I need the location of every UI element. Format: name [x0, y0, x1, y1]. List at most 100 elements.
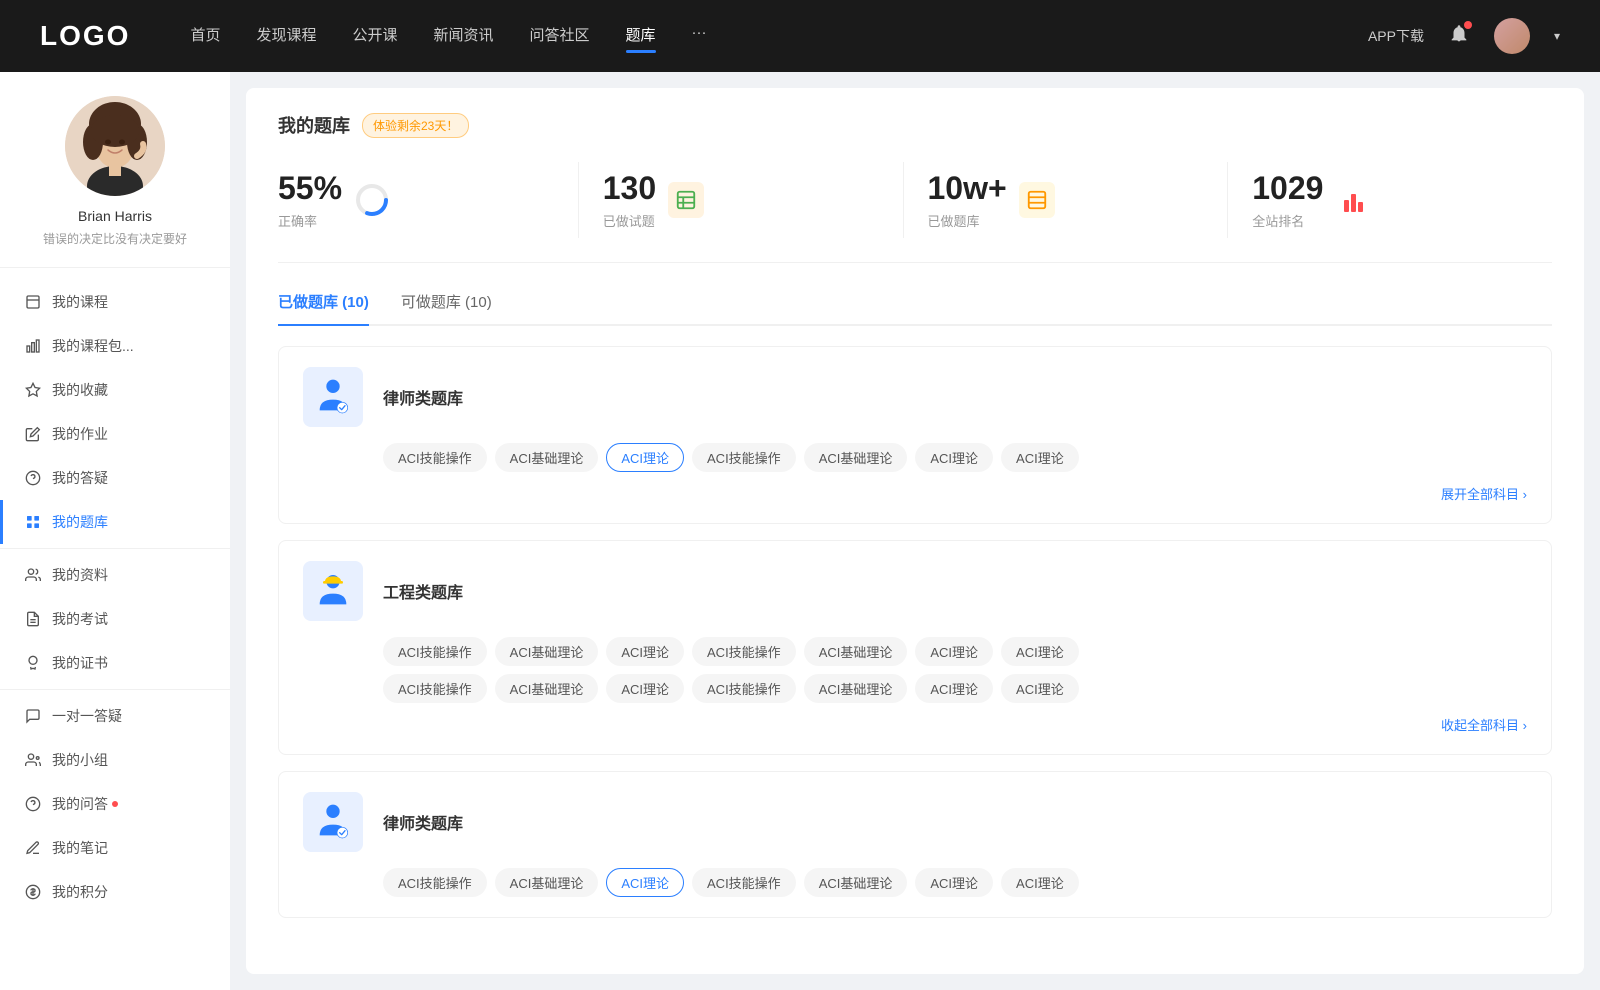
bank-section-engineer-header: 工程类题库 — [303, 561, 1527, 621]
nav-qa[interactable]: 问答社区 — [530, 24, 590, 49]
tag-item[interactable]: ACI理论 — [1001, 868, 1079, 897]
tag-item[interactable]: ACI理论 — [1001, 674, 1079, 703]
nav-opencourse[interactable]: 公开课 — [352, 24, 397, 49]
sidebar-item-favorites[interactable]: 我的收藏 — [0, 368, 230, 412]
sidebar-item-group-label: 我的小组 — [52, 750, 108, 770]
bank-section-lawyer-1-header: 律师类题库 — [303, 367, 1527, 427]
sidebar-item-questions[interactable]: 我的问答 — [0, 782, 230, 826]
stat-accuracy-value: 55% — [278, 170, 342, 207]
sidebar-item-questionbank-label: 我的题库 — [52, 512, 108, 532]
sidebar-item-points[interactable]: 我的积分 — [0, 870, 230, 914]
stat-rank-value: 1029 — [1252, 170, 1323, 207]
coin-icon — [24, 883, 42, 901]
engineer-bank-icon — [303, 561, 363, 621]
logo: LOGO — [40, 20, 130, 52]
tag-item[interactable]: ACI基础理论 — [804, 674, 908, 703]
sidebar-item-homework-label: 我的作业 — [52, 424, 108, 444]
sidebar-menu: 我的课程 我的课程包... 我的收藏 我的作业 — [0, 268, 230, 926]
nav-more[interactable]: ··· — [692, 24, 707, 49]
barchart-icon — [24, 337, 42, 355]
sidebar-item-favorites-label: 我的收藏 — [52, 380, 108, 400]
tag-item[interactable]: ACI理论 — [915, 443, 993, 472]
tag-item[interactable]: ACI技能操作 — [692, 674, 796, 703]
sidebar-item-questionbank[interactable]: 我的题库 — [0, 500, 230, 544]
nav-home[interactable]: 首页 — [190, 24, 220, 49]
tag-item[interactable]: ACI技能操作 — [383, 443, 487, 472]
tag-item[interactable]: ACI基础理论 — [804, 868, 908, 897]
sidebar-item-certificate-label: 我的证书 — [52, 653, 108, 673]
tag-item[interactable]: ACI理论 — [1001, 443, 1079, 472]
sidebar-item-notes[interactable]: 我的笔记 — [0, 826, 230, 870]
sidebar-item-certificate[interactable]: 我的证书 — [0, 641, 230, 685]
tag-item[interactable]: ACI基础理论 — [495, 868, 599, 897]
stat-accuracy: 55% 正确率 — [278, 162, 579, 238]
note-icon — [24, 839, 42, 857]
tag-item[interactable]: ACI理论 — [606, 637, 684, 666]
nav-discover[interactable]: 发现课程 — [256, 24, 316, 49]
trial-badge: 体验剩余23天！ — [362, 113, 469, 138]
menu-divider-2 — [0, 689, 230, 690]
bank-section-engineer-title: 工程类题库 — [383, 579, 463, 603]
stat-done-questions-content: 130 已做试题 — [603, 170, 656, 230]
sidebar-item-courses[interactable]: 我的课程 — [0, 280, 230, 324]
collapse-all-link[interactable]: 收起全部科目 › — [1441, 715, 1527, 734]
question-circle-icon — [24, 469, 42, 487]
tab-done[interactable]: 已做题库 (10) — [278, 291, 369, 324]
tag-item[interactable]: ACI基础理论 — [804, 443, 908, 472]
app-download-link[interactable]: APP下载 — [1368, 26, 1424, 46]
nav-right: APP下载 ▾ — [1368, 18, 1560, 54]
tag-item[interactable]: ACI理论 — [915, 637, 993, 666]
sidebar-item-homework[interactable]: 我的作业 — [0, 412, 230, 456]
tag-item[interactable]: ACI技能操作 — [383, 637, 487, 666]
group-icon — [24, 751, 42, 769]
main-layout: Brian Harris 错误的决定比没有决定要好 我的课程 我的课程包... — [0, 72, 1600, 990]
expand-all-link-1[interactable]: 展开全部科目 › — [1441, 484, 1527, 503]
notification-bell[interactable] — [1448, 23, 1470, 50]
questionmark-icon — [24, 795, 42, 813]
tag-item[interactable]: ACI理论 — [915, 868, 993, 897]
nav-questionbank[interactable]: 题库 — [626, 24, 656, 49]
tag-item[interactable]: ACI理论 — [1001, 637, 1079, 666]
tag-item[interactable]: ACI技能操作 — [383, 868, 487, 897]
tag-item-active[interactable]: ACI理论 — [606, 443, 684, 472]
tag-item[interactable]: ACI技能操作 — [692, 443, 796, 472]
sidebar-item-group[interactable]: 我的小组 — [0, 738, 230, 782]
users-icon — [24, 566, 42, 584]
sidebar-item-courses-label: 我的课程 — [52, 292, 108, 312]
nav-news[interactable]: 新闻资讯 — [434, 24, 494, 49]
tag-item[interactable]: ACI技能操作 — [692, 637, 796, 666]
lawyer-bank-icon-1 — [303, 367, 363, 427]
user-avatar[interactable] — [1494, 18, 1530, 54]
nav-links: 首页 发现课程 公开课 新闻资讯 问答社区 题库 ··· — [190, 24, 1368, 49]
sidebar-item-profile[interactable]: 我的资料 — [0, 553, 230, 597]
star-icon — [24, 381, 42, 399]
sidebar-item-qa[interactable]: 我的答疑 — [0, 456, 230, 500]
sidebar-item-questions-label: 我的问答 — [52, 794, 108, 814]
tag-item[interactable]: ACI技能操作 — [383, 674, 487, 703]
edit-icon — [24, 425, 42, 443]
user-menu-chevron[interactable]: ▾ — [1554, 29, 1560, 43]
bank-section-engineer-tags-2: ACI技能操作 ACI基础理论 ACI理论 ACI技能操作 ACI基础理论 AC… — [383, 674, 1527, 703]
sidebar-item-exam-label: 我的考试 — [52, 609, 108, 629]
tab-todo[interactable]: 可做题库 (10) — [401, 291, 492, 324]
tag-item[interactable]: ACI理论 — [606, 674, 684, 703]
sidebar-item-packages[interactable]: 我的课程包... — [0, 324, 230, 368]
tag-item[interactable]: ACI基础理论 — [495, 674, 599, 703]
stat-done-questions-label: 已做试题 — [603, 211, 656, 230]
sidebar-item-1on1[interactable]: 一对一答疑 — [0, 694, 230, 738]
bank-section-lawyer-1: 律师类题库 ACI技能操作 ACI基础理论 ACI理论 ACI技能操作 ACI基… — [278, 346, 1552, 524]
tag-item[interactable]: ACI理论 — [915, 674, 993, 703]
tag-item-active[interactable]: ACI理论 — [606, 868, 684, 897]
tag-item[interactable]: ACI基础理论 — [495, 443, 599, 472]
sidebar-item-exam[interactable]: 我的考试 — [0, 597, 230, 641]
sidebar-item-1on1-label: 一对一答疑 — [52, 706, 122, 726]
grid-icon — [24, 513, 42, 531]
tag-item[interactable]: ACI基础理论 — [495, 637, 599, 666]
lawyer-bank-icon-2 — [303, 792, 363, 852]
done-questions-icon — [668, 182, 704, 218]
stat-rank: 1029 全站排名 — [1228, 162, 1552, 238]
profile-name: Brian Harris — [78, 208, 152, 224]
menu-divider-1 — [0, 548, 230, 549]
tag-item[interactable]: ACI技能操作 — [692, 868, 796, 897]
tag-item[interactable]: ACI基础理论 — [804, 637, 908, 666]
